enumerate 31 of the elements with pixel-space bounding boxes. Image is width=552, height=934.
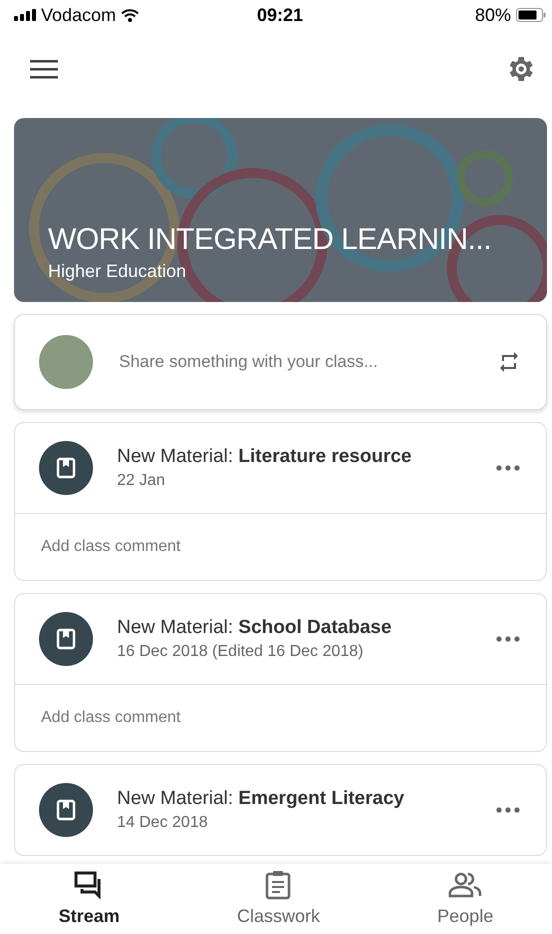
- material-icon: [39, 612, 93, 666]
- carrier-name: Vodacom: [41, 4, 116, 26]
- avatar: [39, 335, 93, 389]
- class-banner[interactable]: WORK INTEGRATED LEARNIN... Higher Education: [14, 118, 547, 302]
- post-title[interactable]: New Material: Literature resource: [117, 446, 472, 468]
- class-title: WORK INTEGRATED LEARNIN...: [48, 223, 492, 257]
- more-icon[interactable]: [496, 807, 520, 813]
- post-date: 16 Dec 2018 (Edited 16 Dec 2018): [117, 643, 364, 661]
- menu-icon[interactable]: [30, 59, 58, 79]
- more-icon[interactable]: [496, 636, 520, 642]
- clock: 09:21: [256, 4, 304, 26]
- class-subtitle: Higher Education: [48, 261, 188, 282]
- post-title[interactable]: New Material: Emergent Literacy: [117, 788, 472, 810]
- share-field[interactable]: Share something with your class...: [117, 351, 472, 373]
- nav-tab[interactable]: Classwork: [216, 864, 340, 934]
- battery-icon: [516, 8, 546, 22]
- material-icon: [39, 783, 93, 837]
- comment-field[interactable]: Add class comment: [39, 708, 522, 728]
- post-date: 14 Dec 2018: [117, 814, 209, 832]
- nav-tab[interactable]: People: [417, 864, 514, 934]
- battery-percent: 80%: [474, 4, 511, 26]
- post-date: 22 Jan: [117, 472, 166, 490]
- post-title[interactable]: New Material: School Database: [117, 617, 472, 639]
- more-icon[interactable]: [496, 465, 520, 471]
- material-icon: [39, 441, 93, 495]
- signal-icon: [14, 9, 36, 21]
- nav-tab[interactable]: Stream: [38, 864, 140, 934]
- comment-field[interactable]: Add class comment: [39, 537, 522, 557]
- clipboard-icon: [265, 870, 292, 900]
- wifi-icon: [121, 8, 140, 22]
- people-icon: [448, 870, 482, 900]
